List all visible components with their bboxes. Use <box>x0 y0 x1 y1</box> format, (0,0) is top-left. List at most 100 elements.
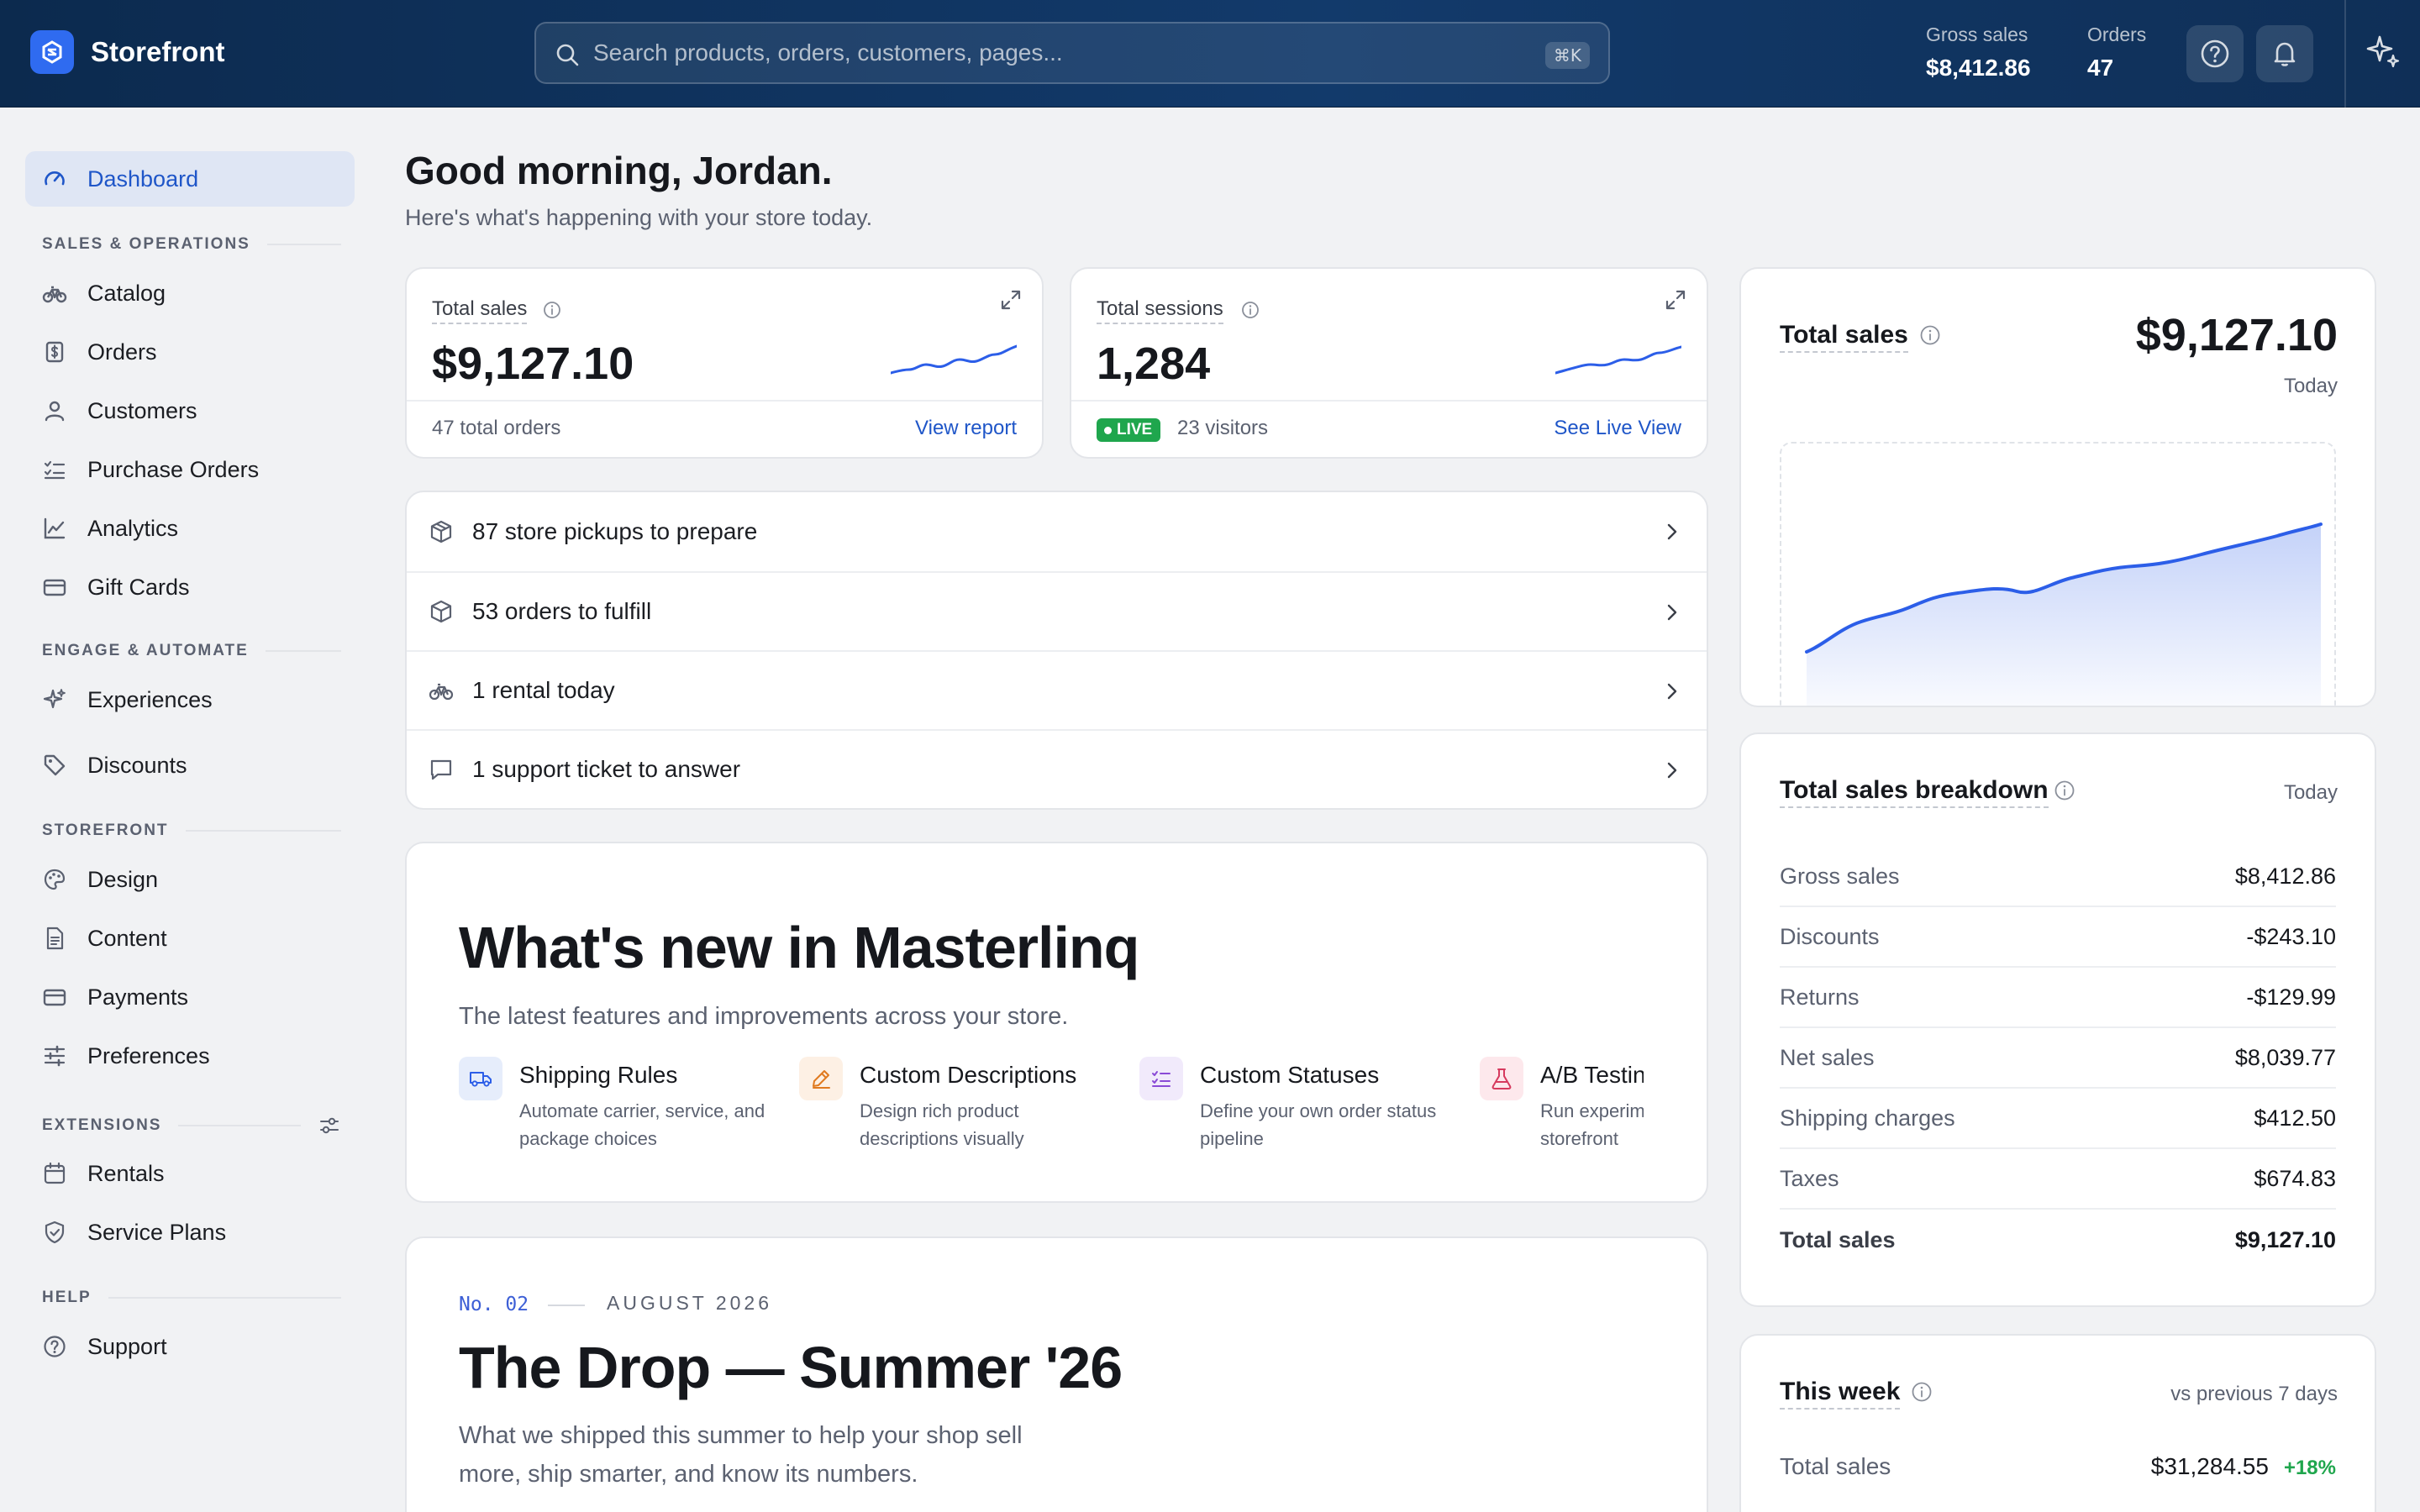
palette-icon <box>44 869 66 890</box>
help-button[interactable] <box>2186 25 2244 82</box>
sidebar-item-support[interactable]: Support <box>25 1319 355 1374</box>
sidebar-item-label: Catalog <box>87 280 166 306</box>
brand[interactable]: Storefront <box>30 30 225 74</box>
notifications-button[interactable] <box>2256 25 2313 82</box>
task-list-card: 87 store pickups to prepare 53 orders to… <box>405 491 1708 810</box>
section-label: STOREFRONT <box>42 822 169 839</box>
sidebar-item-service-plans[interactable]: Service Plans <box>25 1205 355 1260</box>
sidebar-item-preferences[interactable]: Preferences <box>25 1028 355 1084</box>
search-input[interactable] <box>593 24 1467 82</box>
breakdown-title[interactable]: Total sales breakdown <box>1780 776 2049 808</box>
gauge-icon <box>45 171 65 186</box>
whats-new-title: What's new in Masterlinq <box>459 915 1139 980</box>
sidebar-item-experiences[interactable]: Experiences <box>25 672 355 727</box>
section-sales-operations: SALES & OPERATIONS <box>42 235 341 254</box>
row-value: -$243.10 <box>2246 923 2336 949</box>
feature-desc: Define your own order status pipeline <box>1200 1100 1437 1149</box>
comparison-period: vs previous 7 days <box>2170 1383 2338 1405</box>
sidebar-item-customers[interactable]: Customers <box>25 383 355 438</box>
row-label: Total sales <box>1780 1453 1891 1479</box>
help-circle-icon <box>44 1336 66 1357</box>
truck-icon <box>459 1057 502 1100</box>
live-badge: LIVE <box>1097 418 1161 442</box>
stat-value: $8,412.86 <box>1926 55 2031 81</box>
whats-new-subtitle: The latest features and improvements acr… <box>459 1003 1069 1030</box>
sidebar-item-label: Analytics <box>87 515 179 541</box>
section-help: HELP <box>42 1289 341 1307</box>
kpi-title[interactable]: Total sessions <box>1097 297 1223 324</box>
kpi-total-sales-card: Total sales $9,127.10 47 total orders Vi… <box>405 267 1044 459</box>
card-icon <box>43 579 66 596</box>
breakdown-row: Gross sales $8,412.86 <box>1780 847 2336 907</box>
info-icon[interactable] <box>1241 301 1260 319</box>
ai-assistant-button[interactable] <box>2363 32 2403 72</box>
panel-title[interactable]: Total sales <box>1780 321 1908 353</box>
checklist-icon <box>44 460 66 480</box>
row-label: Shipping charges <box>1780 1105 1955 1131</box>
info-icon[interactable] <box>2054 780 2075 801</box>
sidebar-item-orders[interactable]: Orders <box>25 324 355 380</box>
credit-card-icon <box>43 989 66 1006</box>
breakdown-period: Today <box>2283 781 2338 804</box>
search-bar[interactable]: ⌘K <box>534 22 1610 84</box>
breakdown-total-row: Total sales $9,127.10 <box>1780 1210 2336 1270</box>
task-row-support[interactable]: 1 support ticket to answer <box>407 729 1707 808</box>
stat-label: Gross sales <box>1926 24 2028 45</box>
breakdown-row: Returns -$129.99 <box>1780 968 2336 1028</box>
sidebar-item-catalog[interactable]: Catalog <box>25 265 355 321</box>
this-week-title[interactable]: This week <box>1780 1378 1901 1410</box>
page-title: Good morning, Jordan. <box>405 149 833 192</box>
feature-title: A/B Testing <box>1540 1062 1644 1088</box>
chevron-right-icon <box>1667 523 1677 540</box>
sidebar-item-design[interactable]: Design <box>25 852 355 907</box>
task-row-fulfill[interactable]: 53 orders to fulfill <box>407 571 1707 650</box>
panel-period: Today <box>2283 375 2338 397</box>
expand-icon[interactable] <box>1663 287 1688 312</box>
sidebar-item-rentals[interactable]: Rentals <box>25 1146 355 1201</box>
live-view-link[interactable]: See Live View <box>1554 417 1681 440</box>
tag-icon <box>44 754 66 776</box>
sidebar-item-label: Gift Cards <box>87 574 190 600</box>
feature-desc: Design rich product descriptions visuall… <box>860 1100 1024 1149</box>
user-icon <box>45 401 65 422</box>
issue-date: AUGUST 2026 <box>607 1292 772 1314</box>
task-label: 53 orders to fulfill <box>472 598 652 624</box>
task-row-rental[interactable]: 1 rental today <box>407 650 1707 729</box>
package-icon <box>430 520 452 543</box>
breakdown-row: Net sales $8,039.77 <box>1780 1028 2336 1089</box>
kpi-total-sessions-card: Total sessions 1,284 LIVE 23 visitors Se… <box>1070 267 1708 459</box>
stat-label: Orders <box>2087 24 2147 45</box>
sidebar-item-label: Purchase Orders <box>87 456 260 482</box>
sidebar-item-purchase-orders[interactable]: Purchase Orders <box>25 442 355 497</box>
view-report-link[interactable]: View report <box>915 417 1017 440</box>
sidebar-item-analytics[interactable]: Analytics <box>25 501 355 556</box>
kpi-value: 1,284 <box>1097 339 1211 389</box>
flask-icon <box>1480 1057 1523 1100</box>
kpi-title[interactable]: Total sales <box>432 297 528 324</box>
section-label: ENGAGE & AUTOMATE <box>42 642 249 659</box>
kpi-value: $9,127.10 <box>432 339 634 389</box>
task-label: 87 store pickups to prepare <box>472 518 758 544</box>
task-row-pickups[interactable]: 87 store pickups to prepare <box>407 492 1707 571</box>
drop-card[interactable]: No. 02 AUGUST 2026 The Drop — Summer '26… <box>405 1236 1708 1512</box>
page-subtitle: Here's what's happening with your store … <box>405 205 873 230</box>
document-icon <box>46 927 64 950</box>
task-label: 1 rental today <box>472 677 615 703</box>
expand-icon[interactable] <box>998 287 1023 312</box>
info-icon[interactable] <box>543 301 561 319</box>
sidebar-item-discounts[interactable]: Discounts <box>25 738 355 793</box>
sidebar-item-label: Support <box>87 1333 167 1359</box>
orders-stat: Orders 47 <box>2087 24 2146 81</box>
breakdown-row: Discounts -$243.10 <box>1780 907 2336 968</box>
sidebar-item-gift-cards[interactable]: Gift Cards <box>25 559 355 615</box>
info-icon[interactable] <box>1919 324 1941 346</box>
sidebar-item-label: Design <box>87 866 159 892</box>
sidebar-item-payments[interactable]: Payments <box>25 969 355 1025</box>
receipt-icon <box>45 341 64 363</box>
sidebar-item-content[interactable]: Content <box>25 911 355 966</box>
feature-desc: Run experiments on your storefront <box>1540 1100 1644 1149</box>
settings-sliders-icon[interactable] <box>318 1114 341 1137</box>
info-icon[interactable] <box>1911 1381 1933 1403</box>
sidebar-item-dashboard[interactable]: Dashboard <box>25 151 355 207</box>
breakdown-row: Taxes $674.83 <box>1780 1149 2336 1210</box>
